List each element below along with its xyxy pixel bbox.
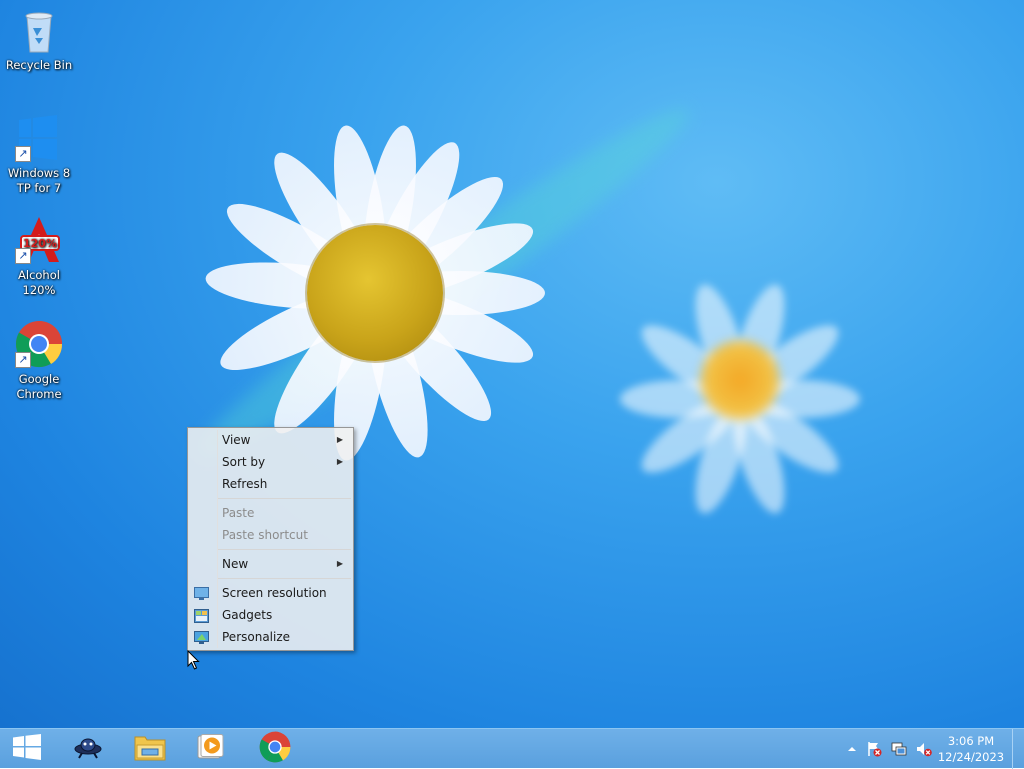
media-player-icon bbox=[197, 734, 225, 764]
alcohol-120-icon: 120% ↗ bbox=[15, 216, 63, 264]
menu-separator bbox=[188, 495, 353, 502]
clock-time: 3:06 PM bbox=[947, 734, 995, 748]
menu-separator bbox=[188, 546, 353, 553]
gadgets-icon bbox=[194, 608, 209, 623]
recycle-bin-icon bbox=[15, 6, 63, 54]
network-icon[interactable] bbox=[891, 741, 907, 757]
menu-item-personalize[interactable]: Personalize bbox=[188, 626, 353, 648]
windows-logo-icon: ↗ bbox=[15, 114, 63, 162]
personalize-icon bbox=[194, 630, 209, 644]
menu-item-label: Personalize bbox=[222, 630, 291, 644]
taskbar-file-explorer-button[interactable] bbox=[122, 729, 178, 769]
menu-item-gadgets[interactable]: Gadgets bbox=[188, 604, 353, 626]
show-hidden-icons-icon[interactable] bbox=[844, 741, 860, 757]
desktop[interactable]: Recycle Bin ↗ Windows 8 TP for 7 120% ↗ … bbox=[0, 0, 1024, 728]
clock-date: 12/24/2023 bbox=[937, 750, 1005, 764]
shortcut-arrow-icon: ↗ bbox=[15, 352, 31, 368]
desktop-icon-label: Google Chrome bbox=[16, 372, 62, 401]
windows-start-icon bbox=[13, 734, 41, 764]
taskbar: 3:06 PM 12/24/2023 bbox=[0, 728, 1024, 769]
shortcut-arrow-icon: ↗ bbox=[15, 146, 31, 162]
shortcut-arrow-icon: ↗ bbox=[15, 248, 31, 264]
menu-item-paste: Paste bbox=[188, 502, 353, 524]
show-desktop-button[interactable] bbox=[1012, 729, 1024, 769]
taskbar-chrome-button[interactable] bbox=[247, 729, 303, 769]
taskbar-clock[interactable]: 3:06 PM 12/24/2023 bbox=[936, 733, 1006, 765]
chrome-icon: ↗ bbox=[15, 320, 63, 368]
menu-item-refresh[interactable]: Refresh bbox=[188, 473, 353, 495]
start-button[interactable] bbox=[0, 729, 54, 769]
menu-item-paste-shortcut: Paste shortcut bbox=[188, 524, 353, 546]
volume-muted-icon[interactable] bbox=[916, 741, 932, 757]
desktop-icon-label: Recycle Bin bbox=[5, 58, 73, 72]
menu-item-sort-by[interactable]: Sort by ▶ bbox=[188, 451, 353, 473]
desktop-icon-label: Windows 8 TP for 7 bbox=[7, 166, 71, 195]
menu-item-label: Paste shortcut bbox=[222, 528, 308, 542]
desktop-icon-windows-8-tp[interactable]: ↗ Windows 8 TP for 7 bbox=[0, 114, 78, 196]
menu-item-label: New bbox=[222, 557, 249, 571]
screen-resolution-icon bbox=[194, 586, 209, 600]
ufo-app-icon bbox=[73, 735, 103, 763]
folder-icon bbox=[134, 733, 166, 765]
menu-item-label: View bbox=[222, 433, 251, 447]
mouse-cursor-icon bbox=[187, 649, 201, 670]
desktop-icon-recycle-bin[interactable]: Recycle Bin bbox=[0, 6, 78, 73]
menu-item-screen-resolution[interactable]: Screen resolution bbox=[188, 582, 353, 604]
menu-item-label: Gadgets bbox=[222, 608, 273, 622]
menu-item-label: Refresh bbox=[222, 477, 268, 491]
taskbar-media-player-button[interactable] bbox=[183, 729, 239, 769]
submenu-arrow-icon: ▶ bbox=[336, 559, 343, 568]
menu-item-label: Screen resolution bbox=[222, 586, 327, 600]
desktop-icon-google-chrome[interactable]: ↗ Google Chrome bbox=[0, 320, 78, 402]
desktop-icon-alcohol-120[interactable]: 120% ↗ Alcohol 120% bbox=[0, 216, 78, 298]
chrome-icon bbox=[259, 731, 291, 767]
desktop-icon-label: Alcohol 120% bbox=[18, 268, 60, 297]
menu-item-label: Sort by bbox=[222, 455, 266, 469]
action-center-flag-icon[interactable] bbox=[866, 741, 882, 757]
submenu-arrow-icon: ▶ bbox=[336, 457, 343, 466]
desktop-context-menu: View ▶ Sort by ▶ Refresh Paste Paste sho… bbox=[187, 427, 354, 651]
menu-item-label: Paste bbox=[222, 506, 255, 520]
taskbar-app-button[interactable] bbox=[60, 729, 116, 769]
menu-item-new[interactable]: New ▶ bbox=[188, 553, 353, 575]
menu-item-view[interactable]: View ▶ bbox=[188, 429, 353, 451]
submenu-arrow-icon: ▶ bbox=[336, 435, 343, 444]
menu-separator bbox=[188, 575, 353, 582]
